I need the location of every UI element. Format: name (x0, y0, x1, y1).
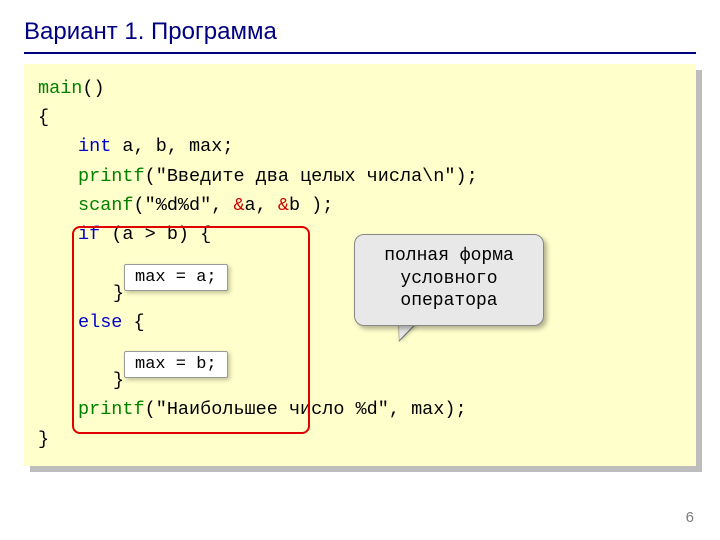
code-text: (a > b) { (100, 224, 211, 245)
code-text: ("%d%d", (134, 195, 234, 216)
code-text: b ); (289, 195, 333, 216)
slide-title: Вариант 1. Программа (24, 18, 696, 54)
callout-line: оператора (363, 290, 535, 313)
code-text: a, (245, 195, 278, 216)
callout-line: условного (363, 268, 535, 291)
code-block-container: main() { int a, b, max; printf("Введите … (24, 64, 696, 466)
code-amp: & (278, 195, 289, 216)
snippet-max-a: max = a; (124, 264, 228, 291)
code-text: a, b, max; (111, 136, 233, 157)
code-keyword-if: if (78, 224, 100, 245)
code-amp: & (233, 195, 244, 216)
snippet-max-b: max = b; (124, 351, 228, 378)
code-text: ("Наибольшее число %d", max); (145, 399, 467, 420)
code-text: } (38, 425, 682, 454)
callout-line: полная форма (363, 245, 535, 268)
code-keyword-printf: printf (78, 399, 145, 420)
code-text: () (82, 78, 104, 99)
slide: Вариант 1. Программа main() { int a, b, … (0, 0, 720, 540)
page-number: 6 (686, 509, 694, 526)
code-keyword-main: main (38, 78, 82, 99)
code-keyword-printf: printf (78, 166, 145, 187)
code-keyword-else: else (78, 312, 122, 333)
code-block: main() { int a, b, max; printf("Введите … (24, 64, 696, 466)
code-keyword-int: int (78, 136, 111, 157)
code-text: { (122, 312, 144, 333)
callout-bubble: полная форма условного оператора (354, 234, 544, 326)
code-text: { (38, 103, 682, 132)
code-text: ("Введите два целых числа\n"); (145, 166, 478, 187)
code-keyword-scanf: scanf (78, 195, 134, 216)
